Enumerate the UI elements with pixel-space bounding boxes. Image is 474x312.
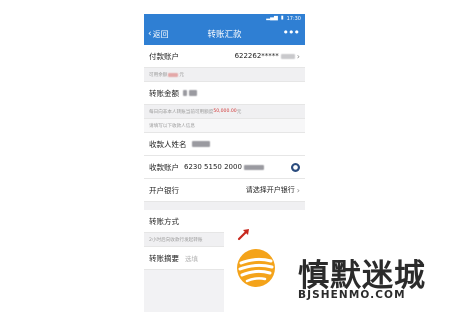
payee-name-masked[interactable] [191,141,210,147]
daily-limit-prefix: 每日向非本人转账当前可用额度 [149,109,214,115]
masked-account-tail [280,53,295,59]
payer-account-row[interactable]: 付款账户 622262***** › [144,45,305,68]
daily-limit-unit: 元 [236,109,242,115]
bank-select-placeholder[interactable]: 请选择开户银行 [246,185,295,195]
more-menu-button[interactable]: ••• [283,26,300,39]
daily-limit-note: 每日向非本人转账当前可用额度 50,000.00 元 [144,105,305,119]
contact-picker-icon[interactable]: ● [291,162,300,172]
payee-info-hint-text: 请填写以下收款人信息 [149,123,195,129]
available-balance-note: 可用余额 元 [144,68,305,82]
section-spacer [144,202,305,210]
available-balance-masked [168,72,179,77]
bank-label: 开户银行 [149,185,179,195]
chevron-right-icon: › [296,185,300,195]
transfer-method-label: 转账方式 [149,216,179,226]
payee-account-label: 收款账户 [149,162,179,172]
amount-masked-digit [183,90,187,96]
status-bar: ▂▄▆ ▮ 17:30 [144,14,305,23]
transfer-method-note-text: 2小时后向收款行发起转账 [149,237,203,243]
available-balance-unit: 元 [179,72,184,78]
transfer-amount-label: 转账金额 [149,88,179,98]
bank-value-group: 请选择开户银行 › [246,185,300,195]
chevron-left-icon: ‹ [148,29,152,39]
status-time: 17:30 [286,15,301,22]
transfer-amount-row[interactable]: 转账金额 [144,82,305,105]
payee-account-masked [243,164,264,170]
memo-label: 转账摘要 [149,253,179,263]
screenshot-stage: ▂▄▆ ▮ 17:30 ‹ 返回 转账汇款 ••• 付款账户 622262***… [0,0,474,312]
bank-row[interactable]: 开户银行 请选择开户银行 › [144,179,305,202]
payee-account-row[interactable]: 收款账户 6230 5150 2000 ● [144,156,305,179]
transfer-amount-field[interactable] [183,90,197,96]
battery-icon: ▮ [280,15,284,21]
chevron-right-icon: › [296,51,300,61]
watermark-domain: BJSHENMO.COM [298,289,406,301]
amount-masked-digits [189,90,197,96]
payer-account-number: 622262***** [234,52,279,60]
payee-account-number: 6230 5150 2000 [184,163,242,171]
daily-limit-amount: 50,000.00 [213,109,237,114]
memo-placeholder[interactable]: 选填 [185,253,198,263]
pointer-arrow-icon [237,229,249,241]
payee-name-row[interactable]: 收款人姓名 [144,133,305,156]
watermark-logo-icon [237,249,275,287]
payer-account-label: 付款账户 [149,51,179,61]
payee-name-label: 收款人姓名 [149,139,187,149]
back-label: 返回 [152,29,169,39]
nav-bar: ‹ 返回 转账汇款 ••• [144,23,305,45]
payee-info-hint: 请填写以下收款人信息 [144,119,305,133]
back-button[interactable]: ‹ 返回 [148,27,169,41]
signal-icon: ▂▄▆ [266,15,278,21]
available-balance-label: 可用余额 [149,72,168,78]
payer-account-value-group: 622262***** › [235,52,300,61]
